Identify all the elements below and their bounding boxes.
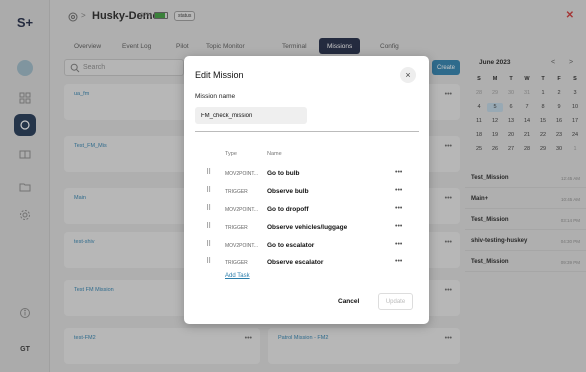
column-header-type: Type (225, 151, 237, 157)
cancel-button[interactable]: Cancel (338, 298, 359, 305)
drag-handle-icon[interactable]: ⠿ (206, 169, 212, 177)
mission-name-field[interactable] (195, 107, 307, 124)
drag-handle-icon[interactable]: ⠿ (206, 205, 212, 213)
task-name: Go to dropoff (267, 206, 309, 213)
task-name: Go to bulb (267, 170, 300, 177)
close-icon[interactable]: × (400, 67, 416, 83)
dialog-title: Edit Mission (195, 70, 244, 80)
task-row[interactable]: ⠿ TRIGGER Observe vehicles/luggage ••• (206, 220, 416, 238)
task-row[interactable]: ⠿ TRIGGER Observe bulb ••• (206, 184, 416, 202)
task-row[interactable]: ⠿ MOV2POINT... Go to bulb ••• (206, 166, 416, 184)
task-name: Observe bulb (267, 188, 309, 195)
add-task-link[interactable]: Add Task (225, 273, 250, 279)
task-type: MOV2POINT... (225, 243, 259, 249)
more-options-icon[interactable]: ••• (395, 241, 402, 248)
task-name: Observe vehicles/luggage (267, 224, 348, 231)
drag-handle-icon[interactable]: ⠿ (206, 258, 212, 266)
column-header-name: Name (267, 151, 282, 157)
task-row[interactable]: ⠿ MOV2POINT... Go to dropoff ••• (206, 202, 416, 220)
task-type: TRIGGER (225, 189, 248, 195)
task-row[interactable]: ⠿ TRIGGER Observe escalator ••• (206, 255, 416, 273)
task-name: Observe escalator (267, 259, 324, 266)
more-options-icon[interactable]: ••• (395, 223, 402, 230)
edit-mission-dialog: Edit Mission × Mission name Type Name ⠿ … (184, 56, 429, 324)
task-type: TRIGGER (225, 225, 248, 231)
drag-handle-icon[interactable]: ⠿ (206, 187, 212, 195)
task-type: MOV2POINT... (225, 207, 259, 213)
task-row[interactable]: ⠿ MOV2POINT... Go to escalator ••• (206, 238, 416, 256)
divider (195, 131, 419, 132)
drag-handle-icon[interactable]: ⠿ (206, 223, 212, 231)
mission-name-label: Mission name (195, 93, 236, 100)
task-type: MOV2POINT... (225, 171, 259, 177)
more-options-icon[interactable]: ••• (395, 187, 402, 194)
drag-handle-icon[interactable]: ⠿ (206, 241, 212, 249)
task-name: Go to escalator (267, 242, 315, 249)
more-options-icon[interactable]: ••• (395, 205, 402, 212)
task-type: TRIGGER (225, 260, 248, 266)
more-options-icon[interactable]: ••• (395, 169, 402, 176)
update-button[interactable]: Update (378, 293, 413, 310)
more-options-icon[interactable]: ••• (395, 258, 402, 265)
